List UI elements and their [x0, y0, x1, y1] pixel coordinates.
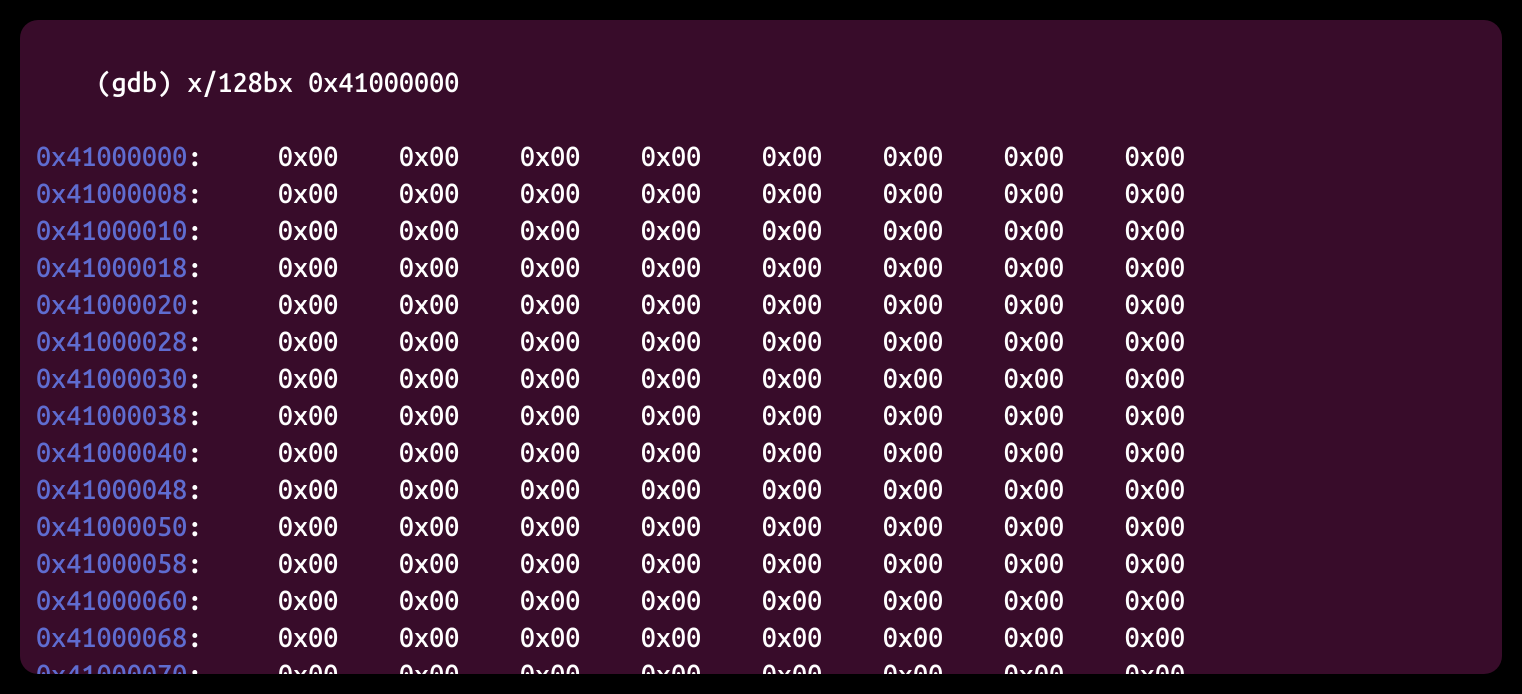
memory-bytes: 0x00 0x00 0x00 0x00 0x00 0x00 0x00 0x00 [202, 512, 1185, 542]
memory-bytes: 0x00 0x00 0x00 0x00 0x00 0x00 0x00 0x00 [202, 216, 1185, 246]
memory-bytes: 0x00 0x00 0x00 0x00 0x00 0x00 0x00 0x00 [202, 438, 1185, 468]
memory-row: 0x41000060: 0x00 0x00 0x00 0x00 0x00 0x0… [36, 583, 1486, 620]
memory-row: 0x41000068: 0x00 0x00 0x00 0x00 0x00 0x0… [36, 620, 1486, 657]
memory-bytes: 0x00 0x00 0x00 0x00 0x00 0x00 0x00 0x00 [202, 142, 1185, 172]
memory-row: 0x41000058: 0x00 0x00 0x00 0x00 0x00 0x0… [36, 546, 1486, 583]
memory-bytes: 0x00 0x00 0x00 0x00 0x00 0x00 0x00 0x00 [202, 549, 1185, 579]
memory-row: 0x41000030: 0x00 0x00 0x00 0x00 0x00 0x0… [36, 361, 1486, 398]
memory-bytes: 0x00 0x00 0x00 0x00 0x00 0x00 0x00 0x00 [202, 475, 1185, 505]
memory-bytes: 0x00 0x00 0x00 0x00 0x00 0x00 0x00 0x00 [202, 253, 1185, 283]
colon-separator: : [187, 142, 202, 172]
memory-row: 0x41000040: 0x00 0x00 0x00 0x00 0x00 0x0… [36, 435, 1486, 472]
colon-separator: : [187, 512, 202, 542]
memory-row: 0x41000070: 0x00 0x00 0x00 0x00 0x00 0x0… [36, 657, 1486, 674]
memory-bytes: 0x00 0x00 0x00 0x00 0x00 0x00 0x00 0x00 [202, 586, 1185, 616]
memory-row: 0x41000020: 0x00 0x00 0x00 0x00 0x00 0x0… [36, 287, 1486, 324]
memory-address: 0x41000050 [36, 512, 187, 542]
memory-address: 0x41000058 [36, 549, 187, 579]
memory-address: 0x41000068 [36, 623, 187, 653]
colon-separator: : [187, 660, 202, 674]
memory-address: 0x41000000 [36, 142, 187, 172]
gdb-prompt-line: (gdb) x/128bx 0x41000000 [36, 28, 1486, 139]
colon-separator: : [187, 586, 202, 616]
memory-bytes: 0x00 0x00 0x00 0x00 0x00 0x00 0x00 0x00 [202, 364, 1185, 394]
memory-address: 0x41000018 [36, 253, 187, 283]
memory-address: 0x41000028 [36, 327, 187, 357]
memory-address: 0x41000020 [36, 290, 187, 320]
colon-separator: : [187, 327, 202, 357]
memory-row: 0x41000000: 0x00 0x00 0x00 0x00 0x00 0x0… [36, 139, 1486, 176]
memory-address: 0x41000030 [36, 364, 187, 394]
colon-separator: : [187, 364, 202, 394]
memory-bytes: 0x00 0x00 0x00 0x00 0x00 0x00 0x00 0x00 [202, 290, 1185, 320]
memory-dump: 0x41000000: 0x00 0x00 0x00 0x00 0x00 0x0… [36, 139, 1486, 674]
memory-row: 0x41000028: 0x00 0x00 0x00 0x00 0x00 0x0… [36, 324, 1486, 361]
terminal-window[interactable]: (gdb) x/128bx 0x41000000 0x41000000: 0x0… [20, 20, 1502, 674]
colon-separator: : [187, 475, 202, 505]
memory-bytes: 0x00 0x00 0x00 0x00 0x00 0x00 0x00 0x00 [202, 179, 1185, 209]
memory-address: 0x41000060 [36, 586, 187, 616]
memory-address: 0x41000040 [36, 438, 187, 468]
colon-separator: : [187, 623, 202, 653]
memory-bytes: 0x00 0x00 0x00 0x00 0x00 0x00 0x00 0x00 [202, 327, 1185, 357]
colon-separator: : [187, 549, 202, 579]
memory-address: 0x41000010 [36, 216, 187, 246]
colon-separator: : [187, 179, 202, 209]
memory-address: 0x41000008 [36, 179, 187, 209]
memory-bytes: 0x00 0x00 0x00 0x00 0x00 0x00 0x00 0x00 [202, 660, 1185, 674]
memory-address: 0x41000070 [36, 660, 187, 674]
memory-row: 0x41000008: 0x00 0x00 0x00 0x00 0x00 0x0… [36, 176, 1486, 213]
colon-separator: : [187, 290, 202, 320]
memory-address: 0x41000048 [36, 475, 187, 505]
memory-row: 0x41000018: 0x00 0x00 0x00 0x00 0x00 0x0… [36, 250, 1486, 287]
gdb-command: (gdb) x/128bx 0x41000000 [96, 68, 459, 98]
memory-row: 0x41000010: 0x00 0x00 0x00 0x00 0x00 0x0… [36, 213, 1486, 250]
colon-separator: : [187, 401, 202, 431]
memory-row: 0x41000038: 0x00 0x00 0x00 0x00 0x00 0x0… [36, 398, 1486, 435]
colon-separator: : [187, 438, 202, 468]
memory-address: 0x41000038 [36, 401, 187, 431]
memory-bytes: 0x00 0x00 0x00 0x00 0x00 0x00 0x00 0x00 [202, 623, 1185, 653]
memory-row: 0x41000050: 0x00 0x00 0x00 0x00 0x00 0x0… [36, 509, 1486, 546]
colon-separator: : [187, 216, 202, 246]
memory-bytes: 0x00 0x00 0x00 0x00 0x00 0x00 0x00 0x00 [202, 401, 1185, 431]
memory-row: 0x41000048: 0x00 0x00 0x00 0x00 0x00 0x0… [36, 472, 1486, 509]
colon-separator: : [187, 253, 202, 283]
